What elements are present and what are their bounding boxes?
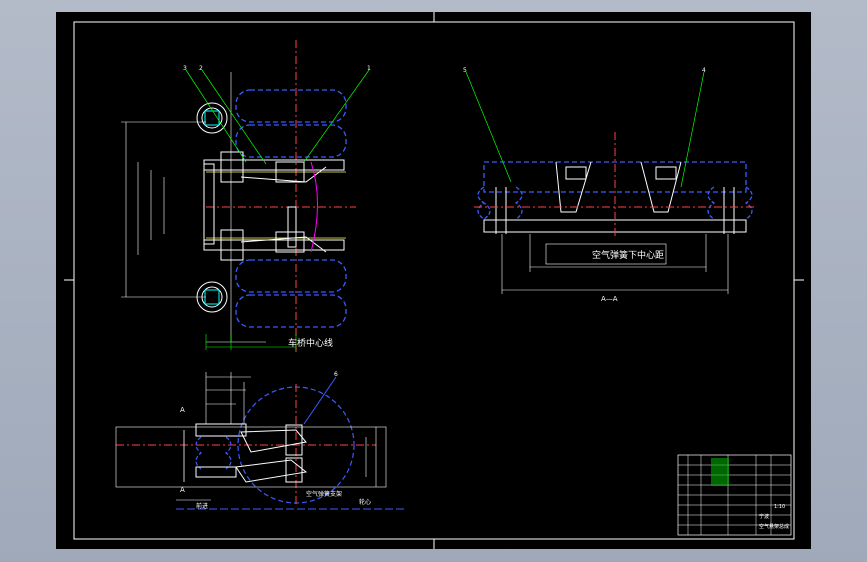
balloon-5: 5 — [463, 67, 467, 74]
section-letter-a-top: A — [180, 406, 185, 414]
balloon-1: 1 — [367, 65, 371, 72]
title-block-scale: 1:10 — [774, 504, 785, 510]
air-spring-top — [196, 102, 228, 134]
section-marker-label: A—A — [601, 295, 618, 303]
airbag-center-distance-label: 空气弹簧下中心距 — [592, 249, 664, 261]
wheel-center-label: 轮心 — [359, 498, 371, 506]
title-block-company: 宁波 — [759, 513, 769, 520]
drawing-sheet: 3 2 1 车桥中心线 5 4 空气弹簧下中心距 A—A A A 前进 空气弹簧… — [56, 12, 811, 549]
section-letter-a-bottom: A — [180, 486, 185, 494]
air-spring-mount-label: 空气弹簧支架 — [306, 490, 342, 498]
forward-direction-label: 前进 — [196, 502, 208, 510]
plan-view: 3 2 1 车桥中心线 — [121, 40, 371, 352]
inner-frame — [73, 21, 795, 540]
balloon-6: 6 — [334, 371, 338, 378]
balloon-3: 3 — [183, 65, 187, 72]
side-view: A A 前进 空气弹簧支架 轮心 6 — [115, 371, 406, 510]
title-block-drawing-name: 空气悬架总成 — [759, 523, 789, 530]
balloon-2: 2 — [199, 65, 203, 72]
title-block: 宁波 空气悬架总成 1:10 — [677, 454, 792, 536]
cad-viewport[interactable]: 3 2 1 车桥中心线 5 4 空气弹簧下中心距 A—A A A 前进 空气弹簧… — [0, 0, 867, 562]
balloon-4: 4 — [702, 67, 706, 74]
section-view-a-a: 5 4 空气弹簧下中心距 A—A — [463, 67, 756, 303]
cad-drawing: 3 2 1 车桥中心线 5 4 空气弹簧下中心距 A—A A A 前进 空气弹簧… — [64, 12, 804, 549]
axle-centerline-label: 车桥中心线 — [288, 337, 333, 349]
